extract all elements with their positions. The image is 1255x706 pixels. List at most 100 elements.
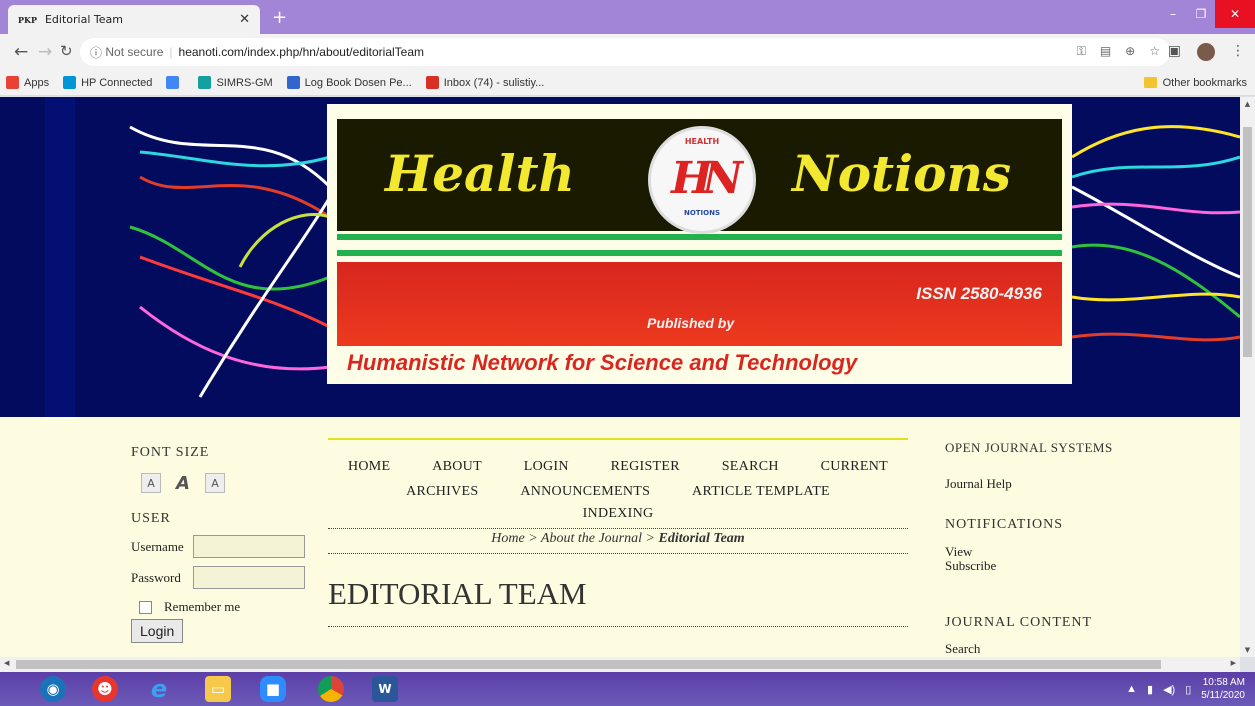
menu-archives[interactable]: ARCHIVES (406, 484, 478, 499)
star-icon[interactable]: ☆ (1149, 44, 1160, 59)
close-window-icon[interactable]: ✕ (1215, 0, 1255, 28)
vertical-scroll-thumb[interactable] (1243, 127, 1252, 357)
bookmark-item[interactable]: SIMRS-GM (198, 76, 273, 89)
username-row: Username (131, 535, 306, 558)
journal-content-title: JOURNAL CONTENT (945, 615, 1093, 630)
file-explorer-icon[interactable]: ▭ (205, 676, 231, 702)
login-button[interactable]: Login (131, 619, 184, 643)
clock-time: 10:58 AM (1202, 677, 1245, 688)
url-text: heanoti.com/index.php/hn/about/editorial… (178, 45, 425, 59)
volume-icon[interactable]: ◀) (1163, 683, 1175, 696)
menu-register[interactable]: REGISTER (611, 459, 680, 474)
logo-published-by: Published by (647, 315, 735, 331)
browser-tab[interactable]: PKP Editorial Team ✕ (8, 5, 260, 34)
font-larger-button[interactable]: A (205, 473, 225, 493)
scroll-right-icon[interactable]: ▶ (1231, 659, 1236, 667)
app-icon[interactable]: ☻ (92, 676, 118, 702)
menu-search[interactable]: SEARCH (722, 459, 779, 474)
menu-indexing[interactable]: INDEXING (583, 506, 654, 521)
other-bookmarks-label: Other bookmarks (1162, 76, 1247, 89)
bookmark-item[interactable]: Log Book Dosen Pe... (286, 76, 412, 89)
zoom-app-icon[interactable]: ■ (260, 676, 286, 702)
bookmark-item[interactable]: Apps (6, 76, 49, 89)
subscribe-link[interactable]: Subscribe (945, 559, 1225, 573)
tab-title: Editorial Team (44, 13, 123, 26)
menu-kebab-icon[interactable]: ⋮ (1231, 43, 1245, 61)
new-tab-button[interactable]: + (272, 7, 287, 28)
pkp-favicon-icon: PKP (18, 14, 37, 25)
breadcrumb-about[interactable]: About the Journal (541, 531, 642, 546)
bookmarks-bar: Apps HP Connected SIMRS-GM Log Book Dosen P… (0, 70, 1255, 96)
back-icon[interactable]: ← (14, 42, 28, 62)
site-banner: Health Notions HEALTH HN NOTIONS ISSN 25… (0, 97, 1240, 417)
other-bookmarks[interactable]: Other bookmarks (1143, 76, 1247, 89)
forward-icon[interactable]: → (38, 42, 52, 62)
chrome-icon[interactable] (318, 676, 344, 702)
bookmark-item[interactable]: HP Connected (63, 76, 152, 89)
notifications-title: NOTIFICATIONS (945, 517, 1063, 532)
logo-notions-text: Notions (792, 144, 1011, 203)
bookmark-item[interactable] (166, 76, 184, 89)
bookmark-item[interactable]: Inbox (74) - sulistiy... (425, 76, 544, 89)
vertical-scrollbar[interactable]: ▲ ▼ (1240, 97, 1255, 657)
battery-icon[interactable]: ▯ (1185, 683, 1191, 696)
nav-menu: HOME ABOUT LOGIN REGISTER SEARCH CURRENT… (328, 454, 908, 524)
breadcrumb-current[interactable]: Editorial Team (658, 531, 744, 546)
profile-avatar[interactable] (1197, 43, 1215, 61)
windows-taskbar: ◉ ☻ e ▭ ■ W ▲ ▮ ◀) ▯ 10:58 AM 5/11/2020 (0, 672, 1255, 706)
username-label: Username (131, 538, 184, 554)
key-icon[interactable]: ⚿ (1077, 44, 1086, 59)
list-icon (286, 76, 300, 89)
internet-explorer-icon[interactable]: e (146, 675, 172, 703)
font-size-title: FONT SIZE (131, 445, 210, 460)
window-controls: – ❐ ✕ (1159, 0, 1255, 28)
word-icon[interactable]: W (372, 676, 398, 702)
remember-me-checkbox[interactable] (139, 600, 152, 614)
horizontal-scrollbar[interactable]: ◀ ▶ (0, 657, 1240, 672)
breadcrumb-bottom-rule (328, 553, 908, 554)
menu-article-template[interactable]: ARTICLE TEMPLATE (692, 484, 830, 499)
font-default-button[interactable]: A (173, 473, 193, 494)
menu-top-rule (328, 438, 908, 440)
logo-health-text: Health (385, 144, 575, 203)
scroll-up-icon[interactable]: ▲ (1240, 100, 1255, 108)
emblem-top-text: HEALTH (684, 137, 720, 146)
scroll-left-icon[interactable]: ◀ (4, 659, 9, 667)
info-icon[interactable]: ⓘ (90, 44, 102, 61)
screen: PKP Editorial Team ✕ + – ❐ ✕ ← → ↻ ⓘ Not… (0, 0, 1255, 706)
bookmark-label: Apps (24, 76, 50, 89)
clock[interactable]: 10:58 AM 5/11/2020 (1201, 676, 1245, 702)
address-bar[interactable]: ⓘ Not secure | heanoti.com/index.php/hn/… (80, 38, 1170, 66)
close-tab-icon[interactable]: ✕ (239, 12, 250, 27)
menu-login[interactable]: LOGIN (524, 459, 569, 474)
remember-me-label: Remember me (164, 599, 241, 614)
font-smaller-button[interactable]: A (141, 473, 161, 493)
search-link[interactable]: Search (945, 641, 1225, 657)
tray-expand-icon[interactable]: ▲ (1126, 683, 1137, 695)
signal-icon[interactable]: ▮ (1147, 683, 1153, 696)
journal-logo[interactable]: Health Notions HEALTH HN NOTIONS ISSN 25… (327, 104, 1072, 384)
menu-about[interactable]: ABOUT (432, 459, 482, 474)
password-input[interactable] (193, 566, 305, 589)
translate-icon[interactable]: ▤ (1100, 44, 1111, 59)
page-viewport: Health Notions HEALTH HN NOTIONS ISSN 25… (0, 97, 1240, 657)
scroll-down-icon[interactable]: ▼ (1240, 646, 1255, 654)
zoom-icon[interactable]: ⊕ (1125, 44, 1135, 59)
restore-icon[interactable]: ❐ (1187, 0, 1215, 28)
menu-home[interactable]: HOME (348, 459, 390, 474)
username-input[interactable] (193, 535, 305, 558)
omnibox-icons: ⚿ ▤ ⊕ ☆ (1077, 44, 1160, 59)
menu-current[interactable]: CURRENT (821, 459, 888, 474)
tab-strip: PKP Editorial Team ✕ + – ❐ ✕ (0, 0, 1255, 34)
clock-date: 5/11/2020 (1201, 690, 1245, 701)
reload-icon[interactable]: ↻ (60, 42, 73, 60)
journal-help-link[interactable]: Journal Help (945, 476, 1225, 492)
extension-icon[interactable]: ▣ (1168, 43, 1181, 61)
start-icon[interactable]: ◉ (40, 676, 66, 702)
horizontal-scroll-thumb[interactable] (16, 660, 1161, 669)
minimize-icon[interactable]: – (1159, 0, 1187, 28)
view-link[interactable]: View (945, 545, 1225, 559)
breadcrumb-home[interactable]: Home (491, 531, 524, 546)
menu-announcements[interactable]: ANNOUNCEMENTS (520, 484, 650, 499)
password-row: Password (131, 566, 306, 589)
